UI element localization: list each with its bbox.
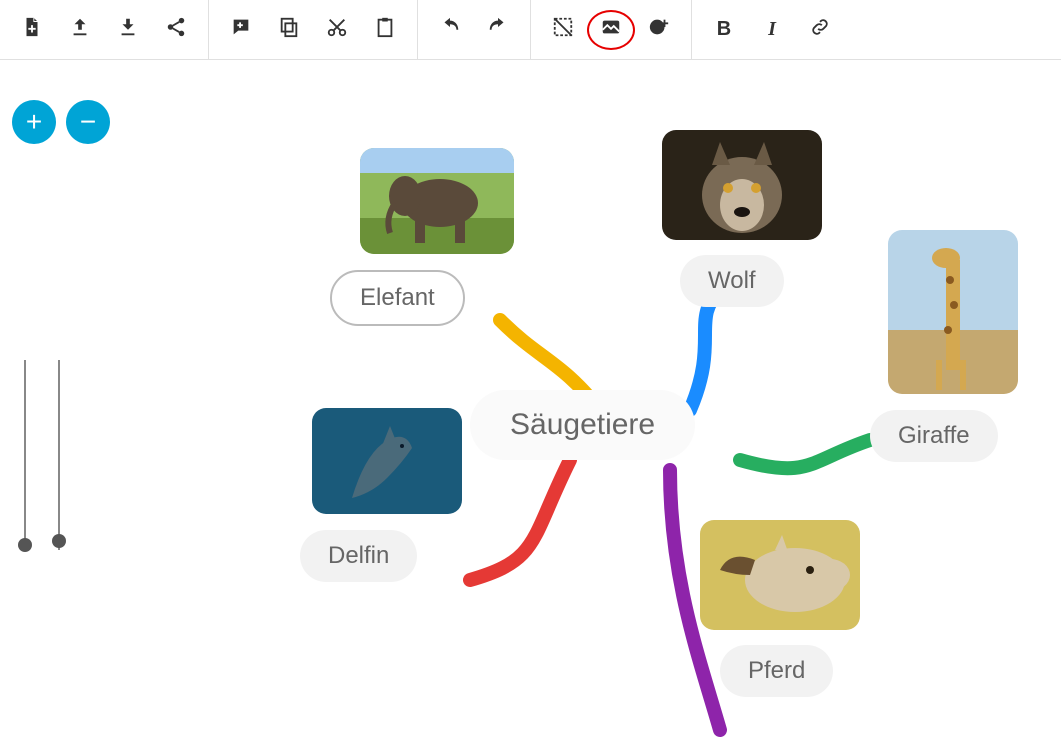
node-center-label: Säugetiere: [510, 408, 655, 441]
upload-icon: [69, 16, 91, 43]
bold-button[interactable]: B: [700, 6, 748, 54]
thumb-wolf[interactable]: [662, 130, 822, 240]
toolbar-group-history: [418, 0, 531, 59]
toolbar-group-format: B I: [692, 0, 852, 59]
node-elefant[interactable]: Elefant: [330, 270, 465, 326]
mindmap-canvas[interactable]: Säugetiere Elefant Wolf Giraffe Pferd De…: [0, 60, 1061, 739]
cut-icon: [326, 16, 348, 43]
download-button[interactable]: [104, 6, 152, 54]
download-icon: [117, 16, 139, 43]
link-button[interactable]: [796, 6, 844, 54]
italic-icon: I: [768, 18, 776, 41]
node-delfin-label: Delfin: [328, 542, 389, 569]
cut-button[interactable]: [313, 6, 361, 54]
paste-icon: [374, 16, 396, 43]
toolbar-group-edit: [209, 0, 418, 59]
toolbar-group-file: [0, 0, 209, 59]
redo-button[interactable]: [474, 6, 522, 54]
deselect-icon: [552, 16, 574, 43]
link-icon: [809, 16, 831, 43]
upload-button[interactable]: [56, 6, 104, 54]
undo-icon: [439, 16, 461, 43]
italic-button[interactable]: I: [748, 6, 796, 54]
copy-button[interactable]: [265, 6, 313, 54]
add-comment-button[interactable]: [217, 6, 265, 54]
thumb-giraffe[interactable]: [888, 230, 1018, 394]
toolbar: B I: [0, 0, 1061, 60]
node-giraffe-label: Giraffe: [898, 422, 970, 449]
undo-button[interactable]: [426, 6, 474, 54]
add-comment-icon: [230, 16, 252, 43]
redo-icon: [487, 16, 509, 43]
node-center[interactable]: Säugetiere: [470, 390, 695, 460]
node-wolf-label: Wolf: [708, 267, 756, 294]
node-pferd[interactable]: Pferd: [720, 645, 833, 697]
share-icon: [165, 16, 187, 43]
node-giraffe[interactable]: Giraffe: [870, 410, 998, 462]
emoji-icon: [648, 16, 670, 43]
paste-button[interactable]: [361, 6, 409, 54]
new-file-button[interactable]: [8, 6, 56, 54]
thumb-delfin[interactable]: [312, 408, 462, 514]
node-wolf[interactable]: Wolf: [680, 255, 784, 307]
thumb-elefant[interactable]: [360, 148, 514, 254]
bold-icon: B: [717, 18, 731, 41]
copy-icon: [278, 16, 300, 43]
thumb-pferd[interactable]: [700, 520, 860, 630]
toolbar-group-insert: [531, 0, 692, 59]
deselect-button[interactable]: [539, 6, 587, 54]
emoji-button[interactable]: [635, 6, 683, 54]
node-elefant-label: Elefant: [360, 284, 435, 311]
image-button[interactable]: [587, 6, 635, 54]
image-icon: [600, 16, 622, 43]
share-button[interactable]: [152, 6, 200, 54]
new-file-icon: [21, 16, 43, 43]
node-delfin[interactable]: Delfin: [300, 530, 417, 582]
node-pferd-label: Pferd: [748, 657, 805, 684]
